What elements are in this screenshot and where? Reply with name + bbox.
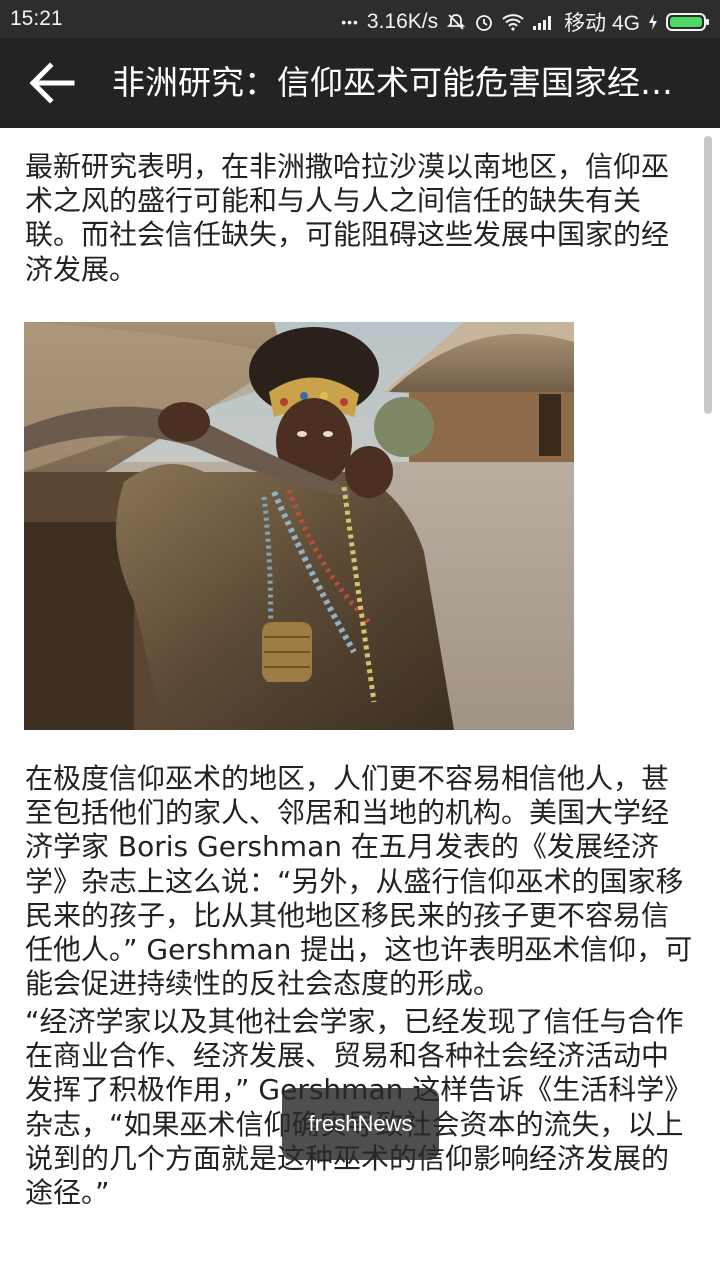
mute-icon [446,12,466,32]
status-time: 15:21 [10,7,63,30]
wifi-icon [502,13,524,31]
alarm-icon [474,12,494,32]
status-icons: ••• 3.16K/s 移动 4G [341,7,710,37]
scrollbar[interactable] [704,136,712,414]
page-title: 非洲研究：信仰巫术可能危害国家经济发展 [112,63,697,102]
toast-message: freshNews [282,1088,439,1160]
status-bar: 15:21 ••• 3.16K/s 移动 4G [0,0,720,38]
carrier-label: 移动 4G [564,12,640,35]
article-paragraph-2: 在极度信仰巫术的地区，人们更不容易相信他人，甚至包括他们的家人、邻居和当地的机构… [25,762,693,1001]
signal-icon [532,13,556,31]
network-speed: 3.16K/s [366,10,439,33]
app-bar: 非洲研究：信仰巫术可能危害国家经济发展 [0,38,720,128]
back-button[interactable] [18,55,84,111]
article-image [24,322,574,730]
battery-icon [666,12,710,32]
article-paragraph-1: 最新研究表明，在非洲撒哈拉沙漠以南地区，信仰巫术之风的盛行可能和与人与人之间信任… [25,150,670,286]
arrow-left-icon [29,62,75,104]
charging-icon [648,13,658,31]
more-dots: ••• [341,14,359,30]
